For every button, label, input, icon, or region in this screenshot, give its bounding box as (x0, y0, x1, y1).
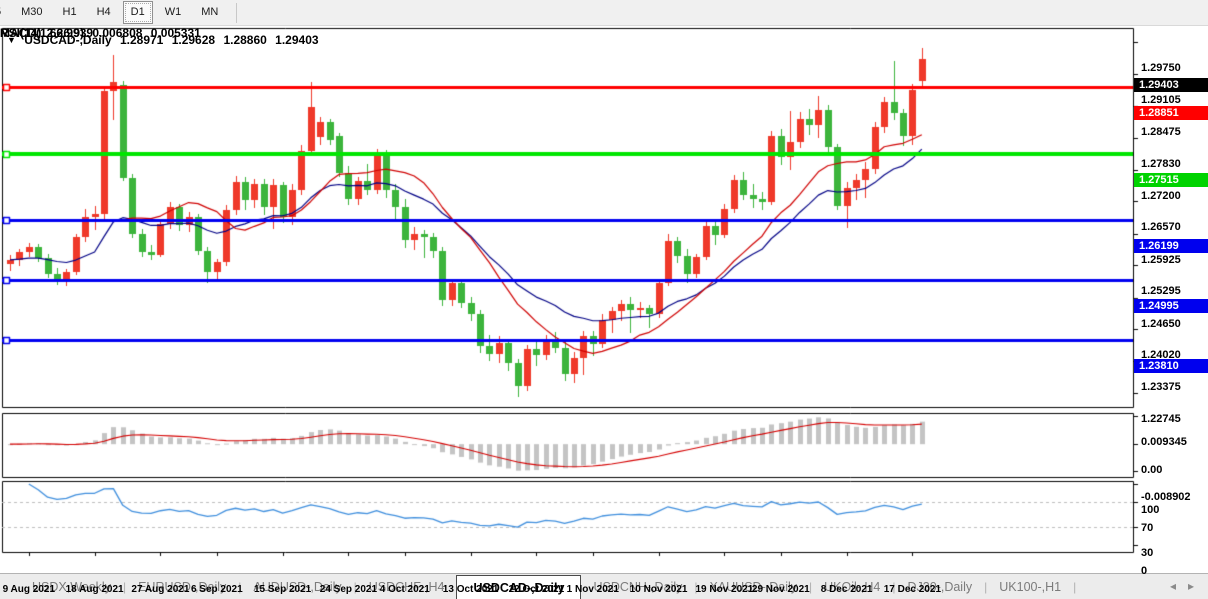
rsi-tick-label: 70 (1141, 522, 1153, 534)
price-tick-label: 1.27830 (1141, 158, 1181, 170)
tab-scroll-left-icon[interactable]: ◂ (1170, 580, 1176, 592)
line-price-badge: 1.26199 (1134, 239, 1208, 253)
toolbar-separator (236, 3, 237, 23)
rsi-tick-label: 0 (1141, 565, 1147, 577)
trading-terminal-window: 5M30H1H4D1W1MN ▼ USDCAD-,Daily 1.28971 1… (0, 0, 1208, 599)
rsi-tick-label: 30 (1141, 547, 1153, 559)
tab-uk100-h1[interactable]: UK100-,H1 (987, 574, 1073, 599)
date-tick-label: 27 Aug 2021 (131, 584, 189, 595)
timeframe-button-H1[interactable]: H1 (55, 1, 85, 24)
date-tick-label: 22 Oct 2021 (509, 584, 565, 595)
line-price-badge: 1.28851 (1134, 106, 1208, 120)
timeframe-button-D1[interactable]: D1 (123, 1, 153, 24)
date-tick-label: 8 Dec 2021 (821, 584, 873, 595)
timeframe-toolbar: 5M30H1H4D1W1MN (0, 0, 1208, 26)
date-tick-label: 13 Oct 2021 (443, 584, 499, 595)
line-price-badge: 1.23810 (1134, 359, 1208, 373)
timeframe-button-5[interactable]: 5 (0, 1, 9, 24)
rsi-value: 66.9939 (50, 26, 93, 40)
price-tick-label: 1.25925 (1141, 254, 1181, 266)
current-price-badge: 1.29403 (1134, 78, 1208, 92)
tab-scroll-arrows: ◂ ▸ (1170, 573, 1194, 599)
chart-area: ▼ USDCAD-,Daily 1.28971 1.29628 1.28860 … (0, 26, 1208, 573)
price-tick-label: 1.26570 (1141, 221, 1181, 233)
date-tick-label: 24 Sep 2021 (320, 584, 377, 595)
macd-tick-label: 0.009345 (1141, 436, 1187, 448)
date-tick-label: 9 Aug 2021 (3, 584, 55, 595)
ohlc-low: 1.28860 (223, 33, 266, 47)
date-tick-label: 6 Sep 2021 (191, 584, 243, 595)
price-tick-label: 1.29750 (1141, 62, 1181, 74)
timeframe-button-H4[interactable]: H4 (89, 1, 119, 24)
price-tick-label: 1.23375 (1141, 381, 1181, 393)
date-tick-label: 1 Nov 2021 (567, 584, 619, 595)
tab-separator: | (1073, 574, 1076, 599)
timeframe-button-MN[interactable]: MN (193, 1, 226, 24)
price-tick-label: 1.25295 (1141, 285, 1181, 297)
date-tick-label: 19 Nov 2021 (695, 584, 753, 595)
date-tick-label: 29 Nov 2021 (752, 584, 810, 595)
timeframe-button-M30[interactable]: M30 (13, 1, 50, 24)
price-tick-label: 1.27200 (1141, 190, 1181, 202)
date-tick-label: 4 Oct 2021 (380, 584, 430, 595)
price-tick-label: 1.22745 (1141, 413, 1181, 425)
tab-scroll-right-icon[interactable]: ▸ (1188, 580, 1194, 592)
macd-tick-label: 0.00 (1141, 464, 1162, 476)
rsi-indicator-label: RSI(14) 66.9939 (0, 26, 98, 40)
chart-canvas[interactable] (0, 26, 1208, 573)
date-tick-label: 18 Aug 2021 (66, 584, 124, 595)
price-tick-label: 1.28475 (1141, 126, 1181, 138)
price-tick-label: 1.24650 (1141, 318, 1181, 330)
macd-signal-value: 0.005331 (151, 26, 201, 40)
date-tick-label: 17 Dec 2021 (884, 584, 941, 595)
rsi-label: RSI(14) (0, 26, 41, 40)
ohlc-close: 1.29403 (275, 33, 318, 47)
line-price-badge: 1.24995 (1134, 299, 1208, 313)
line-price-badge: 1.27515 (1134, 173, 1208, 187)
timeframe-button-W1[interactable]: W1 (157, 1, 190, 24)
date-tick-label: 15 Sep 2021 (254, 584, 311, 595)
macd-tick-label: -0.008902 (1141, 491, 1191, 503)
macd-main-value: 0.006808 (92, 26, 142, 40)
date-tick-label: 10 Nov 2021 (630, 584, 688, 595)
rsi-tick-label: 100 (1141, 504, 1159, 516)
price-tick-label: 1.29105 (1141, 94, 1181, 106)
